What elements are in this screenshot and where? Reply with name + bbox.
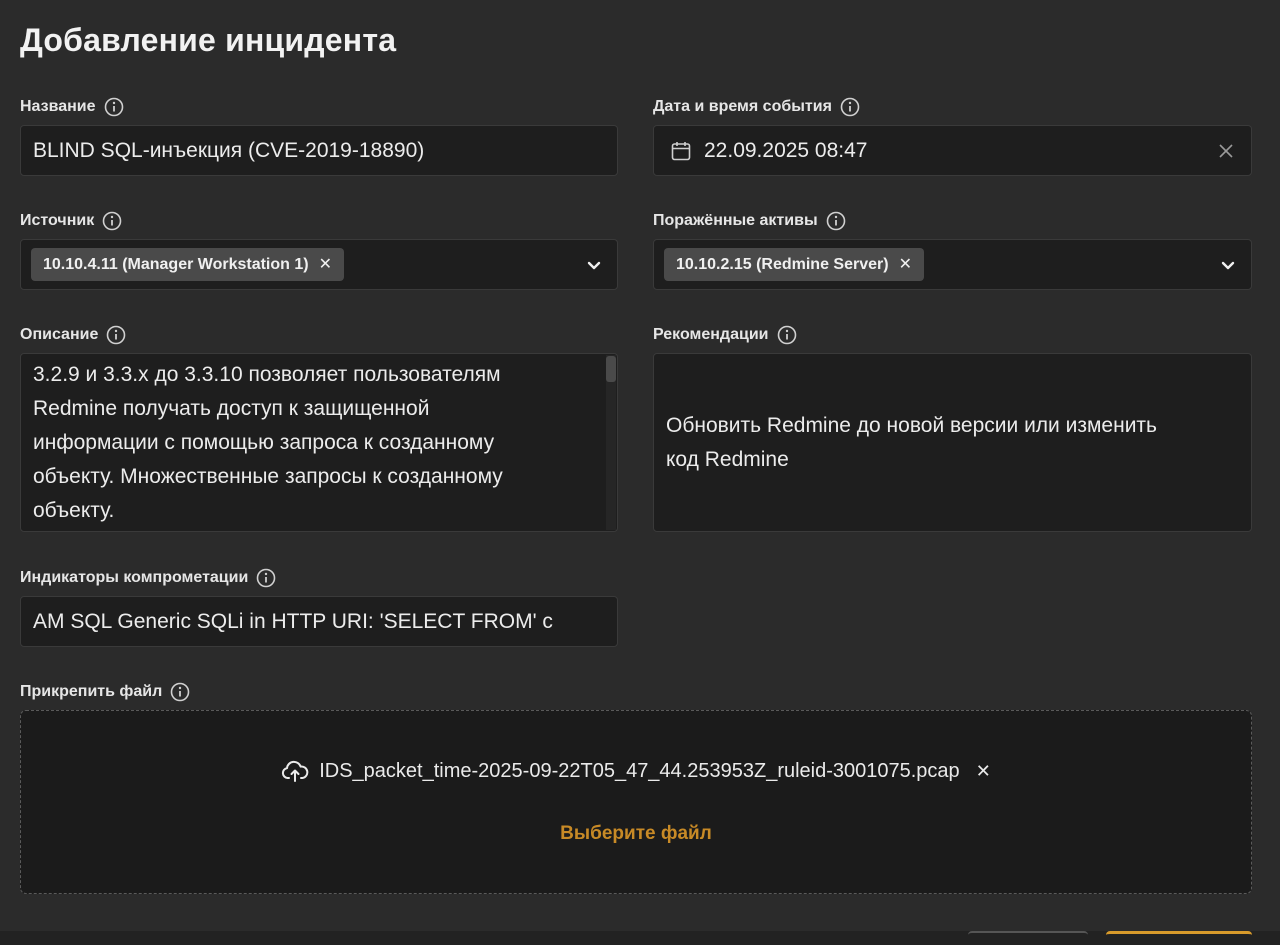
name-input-value: BLIND SQL-инъекция (CVE-2019-18890) bbox=[33, 138, 425, 162]
submit-button[interactable] bbox=[1106, 931, 1252, 945]
info-icon[interactable] bbox=[826, 211, 846, 231]
name-label: Название bbox=[20, 97, 124, 117]
source-label-text: Источник bbox=[20, 212, 95, 229]
remove-icon[interactable]: ✕ bbox=[319, 256, 332, 273]
info-icon[interactable] bbox=[777, 325, 797, 345]
event-datetime-label: Дата и время события bbox=[653, 97, 860, 117]
attached-file: IDS_packet_time-2025-09-22T05_47_44.2539… bbox=[21, 759, 1251, 783]
description-label-text: Описание bbox=[20, 326, 99, 343]
choose-file-button[interactable]: Выберите файл bbox=[21, 823, 1251, 845]
chevron-down-icon[interactable] bbox=[585, 256, 603, 274]
affected-assets-label: Поражённые активы bbox=[653, 211, 846, 231]
description-label: Описание bbox=[20, 325, 126, 345]
ioc-input[interactable]: AM SQL Generic SQLi in HTTP URI: 'SELECT… bbox=[20, 596, 618, 647]
attached-file-name: IDS_packet_time-2025-09-22T05_47_44.2539… bbox=[319, 759, 960, 782]
info-icon[interactable] bbox=[840, 97, 860, 117]
info-icon[interactable] bbox=[256, 568, 276, 588]
affected-assets-select[interactable]: 10.10.2.15 (Redmine Server) ✕ bbox=[653, 239, 1252, 290]
ioc-label: Индикаторы компрометации bbox=[20, 568, 276, 588]
description-line: объекту. Множественные запросы к созданн… bbox=[33, 465, 503, 488]
footer-bar bbox=[0, 931, 1280, 945]
name-input[interactable]: BLIND SQL-инъекция (CVE-2019-18890) bbox=[20, 125, 618, 176]
ioc-input-value: AM SQL Generic SQLi in HTTP URI: 'SELECT… bbox=[33, 609, 553, 633]
info-icon[interactable] bbox=[170, 682, 190, 702]
recommendations-line: код Redmine bbox=[666, 447, 789, 471]
description-line: объекту. bbox=[33, 499, 115, 522]
attachment-label-text: Прикрепить файл bbox=[20, 683, 163, 700]
source-label: Источник bbox=[20, 211, 122, 231]
remove-icon[interactable]: ✕ bbox=[976, 761, 991, 782]
source-chip-label: 10.10.4.11 (Manager Workstation 1) bbox=[43, 255, 309, 273]
close-icon[interactable] bbox=[1217, 142, 1235, 160]
description-line: информации с помощью запроса к созданном… bbox=[33, 431, 495, 454]
event-datetime-picker[interactable]: 22.09.2025 08:47 bbox=[653, 125, 1252, 176]
remove-icon[interactable]: ✕ bbox=[899, 256, 912, 273]
info-icon[interactable] bbox=[102, 211, 122, 231]
affected-asset-chip-label: 10.10.2.15 (Redmine Server) bbox=[676, 255, 889, 273]
affected-asset-chip: 10.10.2.15 (Redmine Server) ✕ bbox=[664, 248, 924, 281]
calendar-icon bbox=[670, 140, 692, 162]
chevron-down-icon[interactable] bbox=[1219, 256, 1237, 274]
description-line: 3.2.9 и 3.3.x до 3.3.10 позволяет пользо… bbox=[33, 363, 501, 386]
ioc-label-text: Индикаторы компрометации bbox=[20, 569, 249, 586]
source-select[interactable]: 10.10.4.11 (Manager Workstation 1) ✕ bbox=[20, 239, 618, 290]
event-datetime-label-text: Дата и время события bbox=[653, 98, 832, 115]
upload-cloud-icon bbox=[281, 759, 309, 783]
affected-assets-label-text: Поражённые активы bbox=[653, 212, 818, 229]
event-datetime-value: 22.09.2025 08:47 bbox=[704, 138, 868, 162]
recommendations-textarea[interactable]: Обновить Redmine до новой версии или изм… bbox=[653, 353, 1252, 532]
cancel-button[interactable] bbox=[968, 931, 1088, 945]
recommendations-label-text: Рекомендации bbox=[653, 326, 769, 343]
info-icon[interactable] bbox=[104, 97, 124, 117]
name-label-text: Название bbox=[20, 98, 96, 115]
scrollbar-thumb[interactable] bbox=[606, 356, 616, 382]
info-icon[interactable] bbox=[106, 325, 126, 345]
recommendations-label: Рекомендации bbox=[653, 325, 797, 345]
source-chip: 10.10.4.11 (Manager Workstation 1) ✕ bbox=[31, 248, 344, 281]
file-dropzone[interactable]: IDS_packet_time-2025-09-22T05_47_44.2539… bbox=[20, 710, 1252, 894]
description-line: Redmine получать доступ к защищенной bbox=[33, 397, 430, 420]
attachment-label: Прикрепить файл bbox=[20, 682, 190, 702]
page-title: Добавление инцидента bbox=[20, 22, 397, 58]
recommendations-line: Обновить Redmine до новой версии или изм… bbox=[666, 413, 1157, 437]
description-textarea[interactable]: 3.2.9 и 3.3.x до 3.3.10 позволяет пользо… bbox=[20, 353, 618, 532]
